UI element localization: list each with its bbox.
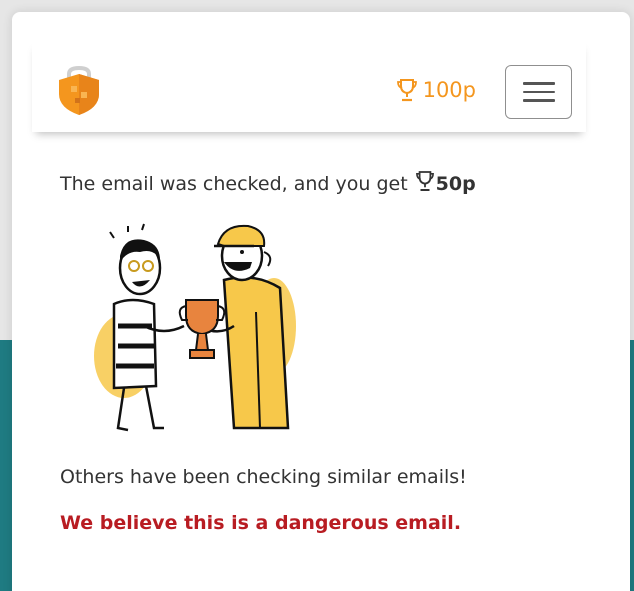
check-result-text: The email was checked, and you get — [60, 172, 408, 195]
menu-bar — [522, 82, 555, 85]
trophy-icon — [396, 78, 417, 102]
points-counter: 100p — [396, 76, 476, 104]
hamburger-menu-button[interactable] — [505, 65, 572, 119]
check-result-line: The email was checked, and you get 50p — [60, 170, 476, 197]
menu-bar — [522, 99, 555, 102]
trophy-icon — [415, 170, 434, 197]
two-people-trophy-illustration — [84, 216, 312, 438]
points-value: 100p — [422, 78, 476, 102]
shield-lock-logo-icon[interactable] — [56, 65, 102, 116]
menu-bar — [522, 90, 555, 94]
community-message: Others have been checking similar emails… — [60, 466, 467, 488]
verdict-message: We believe this is a dangerous email. — [60, 512, 462, 534]
app-header: 100p — [32, 40, 586, 132]
reward-badge: 50p — [415, 170, 476, 197]
reward-value: 50p — [435, 172, 476, 195]
